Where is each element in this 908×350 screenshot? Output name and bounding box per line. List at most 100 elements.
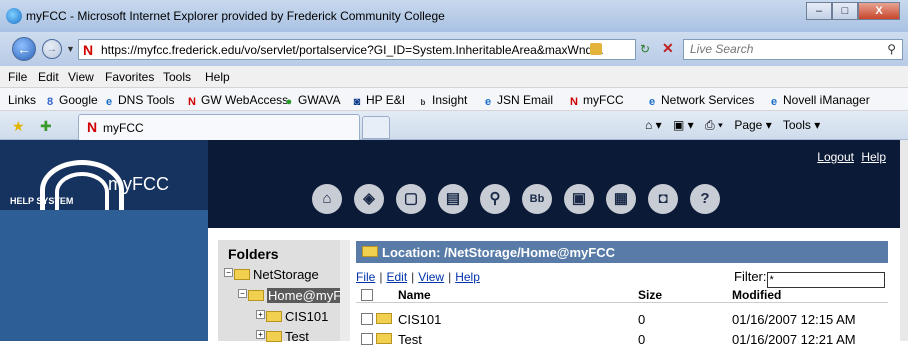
add-favorite-icon[interactable]: ✚ — [40, 118, 52, 135]
print-icon[interactable]: ⎙ ▾ — [705, 118, 723, 132]
edit-link[interactable]: Edit — [386, 270, 407, 284]
address-field[interactable]: N https://myfcc.frederick.edu/vo/servlet… — [78, 39, 636, 60]
favorites-star-icon[interactable]: ★ — [12, 118, 25, 135]
link-myfcc[interactable]: NmyFCC — [568, 93, 624, 108]
logo-banner: myFCC HELP SYSTEM — [0, 140, 208, 220]
links-label: Links — [8, 93, 37, 107]
link-jsn-email[interactable]: e JSN Email — [482, 93, 553, 108]
folders-title: Folders — [228, 246, 279, 262]
tree-item-netstorage[interactable]: − NetStorage — [224, 267, 319, 282]
link-gwava[interactable]: ● GWAVA — [283, 93, 341, 108]
expand-icon[interactable]: + — [256, 330, 265, 339]
menu-tools[interactable]: Tools — [163, 70, 191, 84]
menu-view[interactable]: View — [68, 70, 94, 84]
tree-item-test[interactable]: + Test — [256, 329, 309, 344]
view-link[interactable]: View — [418, 270, 444, 284]
help-link[interactable]: Help — [861, 150, 886, 164]
expand-icon[interactable]: + — [256, 310, 265, 319]
menu-help[interactable]: Help — [205, 70, 230, 84]
file-menu: File | Edit | View | Help — [356, 270, 480, 284]
up-folder-icon[interactable] — [362, 246, 378, 257]
help-icon[interactable]: ? — [690, 184, 720, 214]
link-hp-ei[interactable]: ◙ HP E&I — [351, 93, 405, 108]
row-name[interactable]: CIS101 — [398, 312, 441, 327]
link-novell-imanager[interactable]: e Novell iManager — [768, 93, 870, 108]
menu-favorites[interactable]: Favorites — [105, 70, 154, 84]
home-icon[interactable]: ⌂ ▾ — [645, 118, 662, 132]
address-url: https://myfcc.frederick.edu/vo/servlet/p… — [101, 43, 603, 57]
help-system-label: HELP SYSTEM — [10, 196, 74, 206]
left-panel — [0, 210, 208, 341]
file-link[interactable]: File — [356, 270, 375, 284]
nav-icons: ⌂ ◈ ▢ ▤ ⚲ Bb ▣ ▦ ◘ ? — [312, 184, 732, 214]
new-tab-button[interactable] — [362, 116, 390, 139]
history-dropdown-icon[interactable]: ▼ — [66, 44, 75, 54]
row-name[interactable]: Test — [398, 332, 422, 347]
folder-icon — [266, 331, 282, 342]
column-name[interactable]: Name — [398, 288, 431, 302]
calendar-icon[interactable]: ▦ — [606, 184, 636, 214]
folders-panel: Folders − NetStorage − Home@myF + CIS101 + T… — [218, 240, 346, 344]
bb-icon[interactable]: Bb — [522, 184, 552, 214]
header-divider — [356, 302, 888, 303]
inbox-icon[interactable]: ▣ — [564, 184, 594, 214]
folder-icon — [376, 313, 392, 324]
page-menu[interactable]: Page ▾ — [734, 118, 771, 132]
document-icon[interactable]: ▢ — [396, 184, 426, 214]
column-modified[interactable]: Modified — [732, 288, 781, 302]
refresh-icon[interactable]: ↻ — [640, 42, 650, 56]
tree-item-cis101[interactable]: + CIS101 — [256, 309, 328, 324]
forward-button[interactable]: → — [42, 39, 62, 59]
filter-input[interactable] — [766, 272, 885, 288]
search-icon[interactable]: ⚲ — [887, 42, 896, 56]
logo-arc-inner-icon — [55, 172, 109, 212]
top-links: Logout Help — [813, 150, 886, 164]
menu-file[interactable]: File — [8, 70, 27, 84]
lock-icon[interactable] — [590, 43, 602, 55]
feeds-icon[interactable]: ▣ ▾ — [673, 118, 694, 132]
column-size[interactable]: Size — [638, 288, 662, 302]
folders-scrollbar[interactable] — [340, 240, 350, 341]
link-gw-webaccess[interactable]: N GW WebAccess — [186, 93, 288, 108]
insight-icon: b — [420, 98, 426, 107]
window-controls: – □ X — [806, 2, 900, 20]
table-row[interactable]: CIS101 0 01/16/2007 12:15 AM — [356, 310, 888, 330]
novell-n-icon: N — [188, 96, 196, 108]
link-insight[interactable]: b Insight — [417, 93, 468, 109]
select-all-checkbox[interactable] — [361, 289, 373, 301]
maximize-button[interactable]: □ — [832, 2, 858, 20]
folder-icon — [234, 269, 250, 280]
table-row[interactable]: Test 0 01/16/2007 12:21 AM — [356, 330, 888, 350]
link-dns-tools[interactable]: e DNS Tools — [103, 93, 175, 108]
google-icon: 8 — [46, 96, 54, 108]
home-icon[interactable]: ⌂ — [312, 184, 342, 214]
search-icon[interactable]: ⚲ — [480, 184, 510, 214]
command-bar: ⌂ ▾ ▣ ▾ ⎙ ▾ Page ▾ Tools ▾ — [645, 118, 828, 133]
help-link[interactable]: Help — [455, 270, 480, 284]
page-scrollbar[interactable] — [900, 140, 908, 341]
row-size: 0 — [638, 312, 646, 327]
compass-icon[interactable]: ◈ — [354, 184, 384, 214]
row-checkbox[interactable] — [361, 333, 373, 345]
logout-link[interactable]: Logout — [817, 150, 854, 164]
row-checkbox[interactable] — [361, 313, 373, 325]
logo-text: myFCC — [108, 174, 169, 194]
search-input[interactable] — [684, 40, 864, 58]
link-google[interactable]: 8 Google — [44, 93, 98, 108]
menu-edit[interactable]: Edit — [38, 70, 59, 84]
title-bar: myFCC - Microsoft Internet Explorer prov… — [0, 0, 908, 32]
filter: Filter: — [734, 269, 885, 288]
stop-icon[interactable]: ✕ — [662, 40, 674, 57]
tab-myfcc[interactable]: N myFCC — [78, 114, 360, 140]
tools-menu[interactable]: Tools ▾ — [783, 118, 820, 132]
back-button[interactable]: ← — [12, 37, 36, 61]
links-bar: Links 8 Google e DNS Tools N GW WebAccess ●… — [0, 88, 908, 111]
minimize-button[interactable]: – — [806, 2, 832, 20]
collapse-icon[interactable]: − — [238, 289, 247, 298]
link-network-services[interactable]: e Network Services — [646, 93, 754, 108]
collapse-icon[interactable]: − — [224, 268, 233, 277]
close-button[interactable]: X — [858, 2, 900, 20]
tree-item-home[interactable]: − Home@myF — [238, 288, 343, 303]
lock-icon[interactable]: ◘ — [648, 184, 678, 214]
printer-icon[interactable]: ▤ — [438, 184, 468, 214]
